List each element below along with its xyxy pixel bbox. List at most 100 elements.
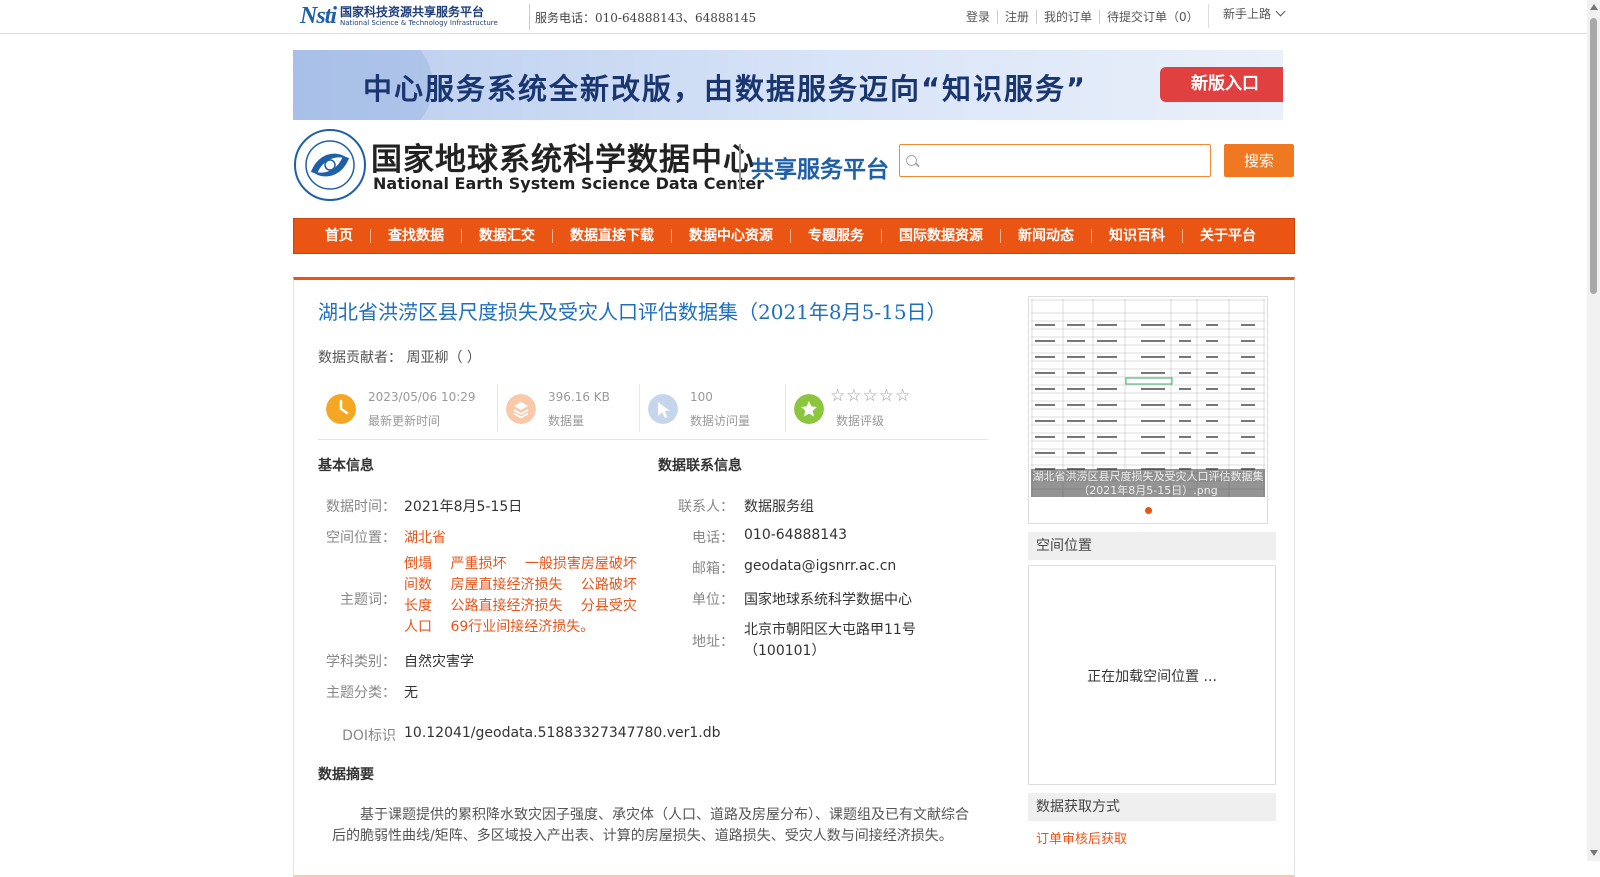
chevron-down-icon [1275, 6, 1286, 17]
scroll-up-arrow-icon[interactable] [1590, 4, 1598, 10]
keyword-link[interactable]: 房屋直接经济损失 [450, 577, 562, 593]
rating-stars[interactable]: ☆☆☆☆☆ [830, 386, 911, 406]
stat-visits: 100 数据访问量 [640, 384, 786, 432]
pending-orders-link[interactable]: 待提交订单（0） [1100, 10, 1206, 24]
stat-label: 数据量 [548, 414, 585, 428]
location-link[interactable]: 湖北省 [404, 527, 446, 547]
contributor-name: 周亚柳（ ） [406, 350, 481, 366]
dataset-thumbnail-carousel[interactable]: 湖北省洪涝区县尺度损失及受灾人口评估数据集（2021年8月5-15日）.png [1028, 296, 1268, 524]
newbie-guide-dropdown[interactable]: 新手上路 [1208, 4, 1286, 28]
center-name-en: National Earth System Science Data Cente… [373, 174, 765, 193]
spatial-location-heading: 空间位置 [1028, 532, 1276, 560]
nav-find-data[interactable]: 查找数据 [371, 229, 462, 243]
visits-icon [648, 394, 678, 424]
search-icon [906, 155, 917, 166]
nav-direct-download[interactable]: 数据直接下载 [553, 229, 672, 243]
dataset-title: 湖北省洪涝区县尺度损失及受灾人口评估数据集（2021年8月5-15日） [318, 300, 947, 324]
access-method-link[interactable]: 订单审核后获取 [1036, 828, 1127, 847]
phone-label: 电话： [692, 530, 734, 546]
scroll-down-arrow-icon[interactable] [1590, 850, 1598, 856]
keywords-list: 倒塌 严重损坏 一般损害房屋破坏间数 房屋直接经济损失 公路破坏长度 公路直接经… [404, 554, 644, 638]
star-icon [794, 394, 824, 424]
spatial-map[interactable]: 正在加载空间位置 ... [1028, 565, 1276, 785]
stat-rating: ☆☆☆☆☆ 数据评级 [786, 384, 988, 432]
contributor-line: 数据贡献者： 周亚柳（ ） [318, 347, 481, 367]
nsti-logo-cn: 国家科技资源共享服务平台 [340, 4, 485, 19]
carousel-dot[interactable] [1145, 507, 1152, 514]
keyword-link[interactable]: 严重损坏 [450, 556, 506, 572]
center-emblem-icon [294, 129, 366, 201]
search-input[interactable] [922, 145, 1208, 176]
center-logo[interactable]: 国家地球系统科学数据中心 National Earth System Scien… [293, 126, 893, 202]
thumbnail-table-image [1031, 299, 1265, 497]
abstract-text: 基于课题提供的累积降水致灾因子强度、承灾体（人口、道路及房屋分布）、课题组及已有… [332, 807, 969, 844]
data-access-heading: 数据获取方式 [1028, 793, 1276, 821]
phone-value: 010-64888143 [744, 527, 848, 543]
top-bar: Nsti 国家科技资源共享服务平台 National Science & Tec… [0, 0, 1587, 34]
email-value: geodata@igsnrr.ac.cn [744, 558, 897, 574]
subject-value: 自然灾害学 [404, 654, 474, 670]
dataset-stats: 2023/05/06 10:29 最新更新时间 396.16 KB 数据量 10… [318, 384, 988, 440]
keyword-link[interactable]: 倒塌 [404, 556, 432, 572]
center-name-cn: 国家地球系统科学数据中心 [371, 142, 755, 178]
contact-info-heading: 数据联系信息 [658, 458, 742, 474]
search-box[interactable] [899, 144, 1211, 177]
contributor-label: 数据贡献者： [318, 350, 402, 366]
stat-label: 数据评级 [836, 414, 885, 428]
main-nav: 首页 查找数据 数据汇交 数据直接下载 数据中心资源 专题服务 国际数据资源 新… [293, 218, 1295, 254]
nav-data-submission[interactable]: 数据汇交 [462, 229, 553, 243]
stat-label: 数据访问量 [690, 414, 751, 428]
service-phone: 服务电话：010-64888143、64888145 [535, 11, 757, 25]
new-version-button[interactable]: 新版入口 [1160, 67, 1283, 102]
stat-value: 100 [690, 390, 713, 404]
thumbnail-caption: 湖北省洪涝区县尺度损失及受灾人口评估数据集（2021年8月5-15日）.png [1031, 469, 1265, 497]
address-value: 北京市朝阳区大屯路甲11号（100101） [744, 622, 916, 659]
nav-international-data[interactable]: 国际数据资源 [882, 229, 1001, 243]
stat-value: 2023/05/06 10:29 [368, 390, 476, 404]
contact-label: 联系人： [678, 499, 734, 515]
platform-name: 共享服务平台 [751, 157, 889, 183]
banner-text: 中心服务系统全新改版，由数据服务迈向“知识服务” [363, 72, 1088, 106]
nav-home[interactable]: 首页 [308, 229, 371, 243]
nsti-logo-en: National Science & Technology Infrastruc… [340, 18, 498, 27]
keywords-label: 主题词： [340, 592, 396, 608]
map-loading-text: 正在加载空间位置 ... [1087, 669, 1217, 685]
unit-value: 国家地球系统科学数据中心 [744, 592, 912, 608]
doi-value[interactable]: 10.12041/geodata.51883327347780.ver1.db [404, 725, 721, 741]
nav-news[interactable]: 新闻动态 [1001, 229, 1092, 243]
subject-label: 学科类别： [326, 654, 396, 670]
nsti-logo[interactable]: Nsti 国家科技资源共享服务平台 National Science & Tec… [300, 2, 522, 30]
address-label: 地址： [692, 634, 734, 650]
stat-data-size: 396.16 KB 数据量 [498, 384, 640, 432]
time-value: 2021年8月5-15日 [404, 499, 523, 515]
nav-knowledge[interactable]: 知识百科 [1092, 229, 1183, 243]
stat-update-time: 2023/05/06 10:29 最新更新时间 [318, 384, 498, 432]
location-label: 空间位置： [326, 530, 396, 546]
keyword-link[interactable]: 69行业间接经济损失。 [450, 619, 594, 635]
login-link[interactable]: 登录 [960, 10, 999, 24]
unit-label: 单位： [692, 592, 734, 608]
contact-value: 数据服务组 [744, 499, 814, 515]
nav-center-resources[interactable]: 数据中心资源 [672, 229, 791, 243]
theme-value: 无 [404, 685, 418, 701]
nav-about[interactable]: 关于平台 [1183, 229, 1273, 243]
email-label: 邮箱： [692, 561, 734, 577]
top-links: 登录 注册 我的订单 待提交订单（0） [960, 10, 1206, 24]
my-orders-link[interactable]: 我的订单 [1037, 10, 1101, 24]
stat-label: 最新更新时间 [368, 414, 441, 428]
announcement-banner[interactable]: 中心服务系统全新改版，由数据服务迈向“知识服务” 新版入口 [293, 50, 1283, 120]
register-link[interactable]: 注册 [998, 10, 1038, 24]
keyword-link[interactable]: 公路直接经济损失 [450, 598, 562, 614]
doi-label: DOI标识 [342, 728, 396, 744]
stat-value: 396.16 KB [548, 390, 610, 404]
layers-icon [506, 394, 536, 424]
newbie-guide-label: 新手上路 [1223, 7, 1272, 21]
page-scrollbar[interactable] [1587, 0, 1600, 861]
scrollbar-thumb[interactable] [1590, 18, 1597, 294]
search-button[interactable]: 搜索 [1224, 144, 1294, 177]
nav-topic-services[interactable]: 专题服务 [791, 229, 882, 243]
divider [739, 144, 741, 190]
divider [529, 4, 530, 30]
clock-icon [326, 394, 356, 424]
theme-label: 主题分类： [326, 685, 396, 701]
